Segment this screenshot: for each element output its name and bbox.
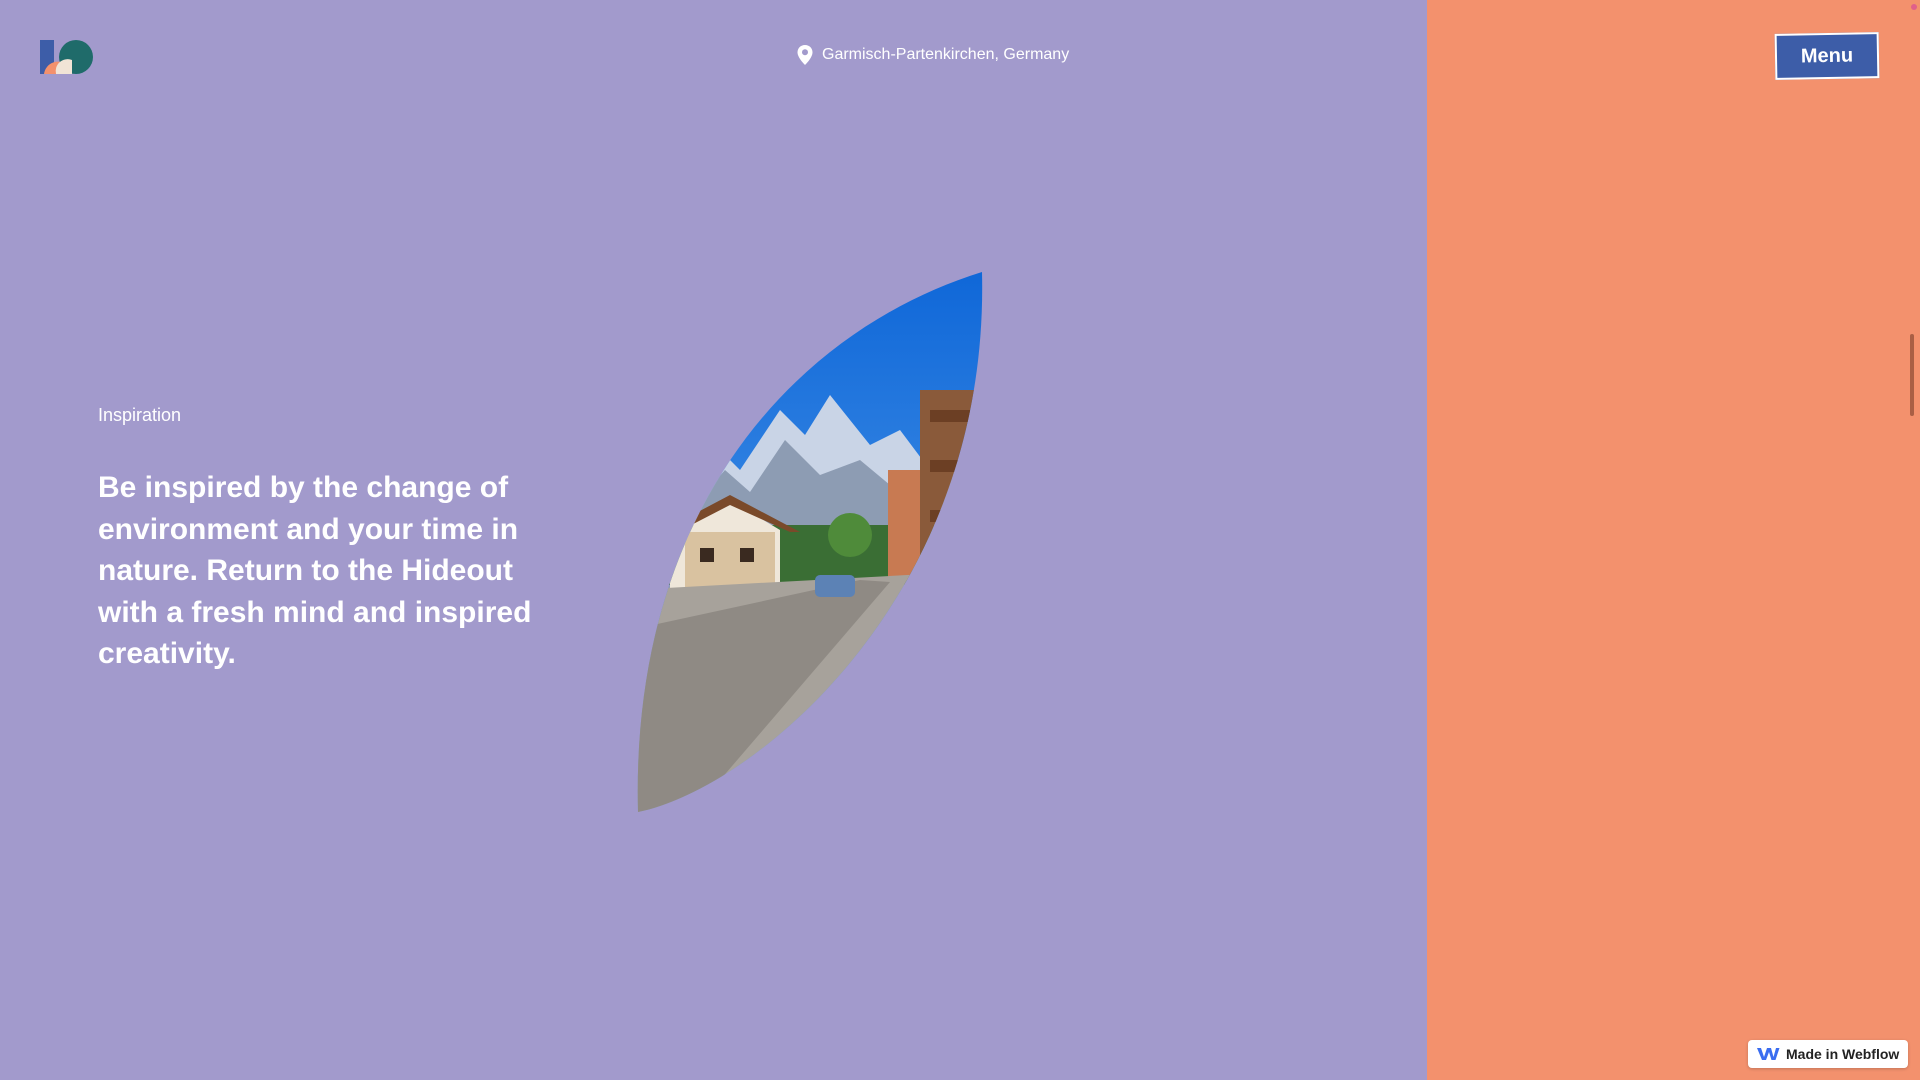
section-eyebrow: Inspiration xyxy=(98,405,182,425)
badge-label: Made in Webflow xyxy=(1786,1046,1900,1062)
made-in-webflow-badge[interactable]: Made in Webflow xyxy=(1748,1040,1908,1068)
right-panel xyxy=(1427,0,1920,1080)
logo-icon[interactable] xyxy=(38,38,94,76)
map-pin-icon xyxy=(797,45,813,65)
location-text: Garmisch-Partenkirchen, Germany xyxy=(822,46,1070,63)
hero-headline: Be inspired by the change of environment… xyxy=(98,471,532,670)
leaf-photo xyxy=(637,272,983,812)
scrollbar-thumb[interactable] xyxy=(1910,334,1914,416)
page: Garmisch-Partenkirchen, Germany Menu Ins… xyxy=(0,0,1920,1080)
corner-indicator xyxy=(1911,4,1917,10)
location-label: Garmisch-Partenkirchen, Germany xyxy=(796,44,1069,66)
menu-button[interactable]: Menu xyxy=(1774,32,1880,80)
webflow-icon xyxy=(1757,1048,1780,1060)
